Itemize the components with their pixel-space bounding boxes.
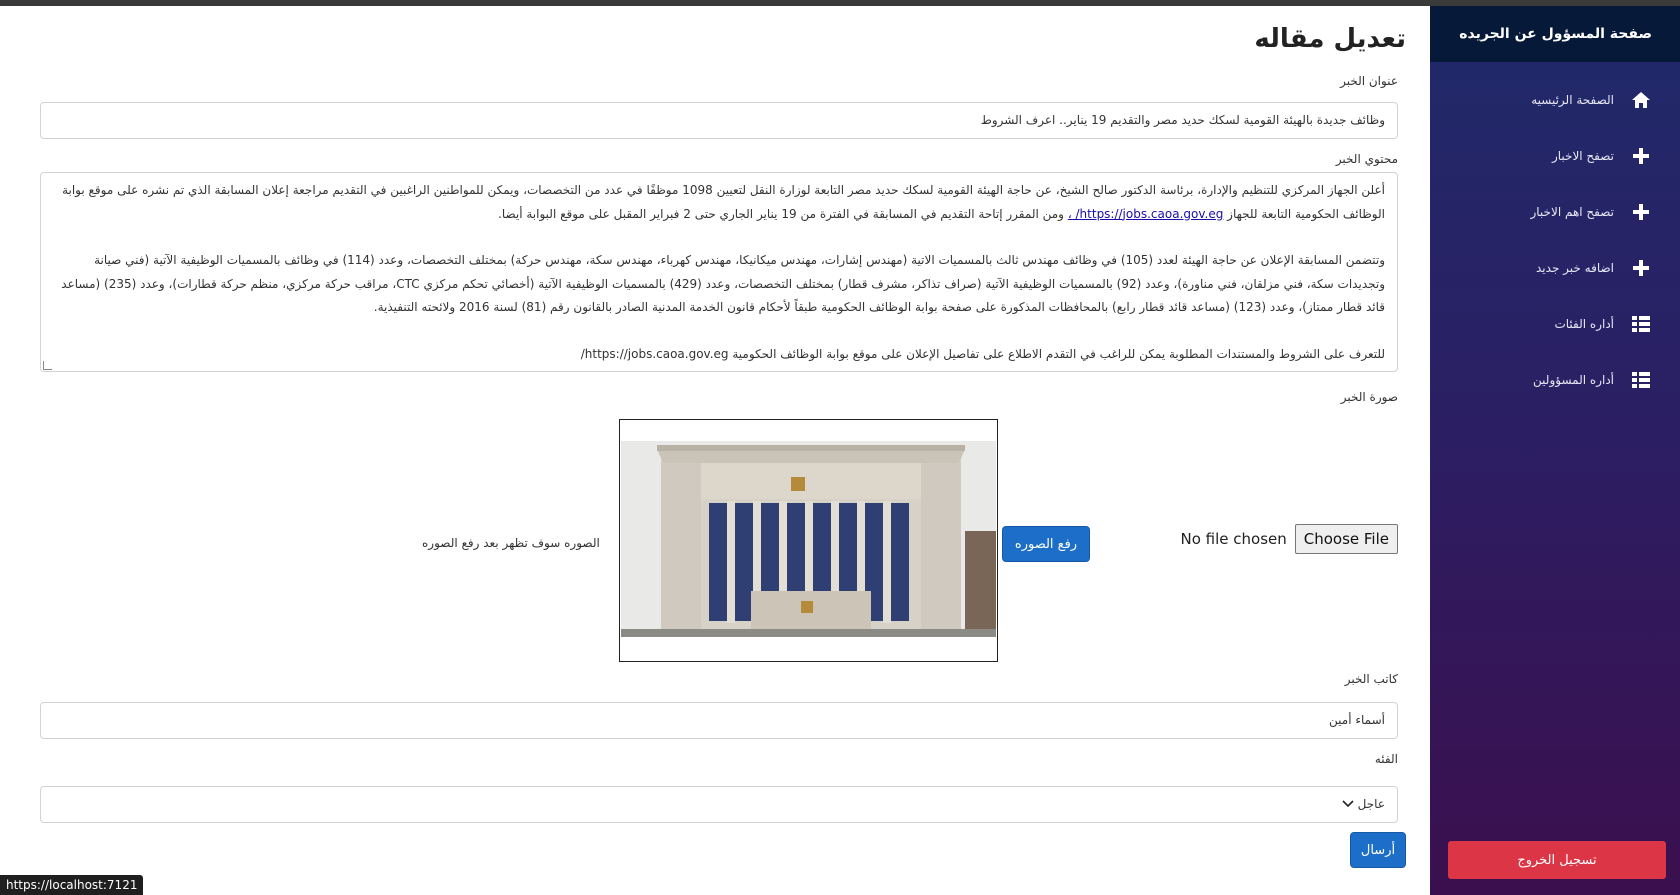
sidebar-item-label: أداره المسؤولين bbox=[1533, 373, 1614, 387]
list-icon bbox=[1630, 313, 1652, 335]
upload-image-button[interactable]: رفع الصوره bbox=[1002, 526, 1090, 562]
sidebar-item-add-news[interactable]: اضافه خبر جديد bbox=[1430, 240, 1680, 296]
sidebar-header: صفحة المسؤول عن الجريده bbox=[1430, 6, 1680, 62]
sidebar-item-label: اضافه خبر جديد bbox=[1536, 261, 1614, 275]
content-paragraph-3: للتعرف على الشروط والمستندات المطلوبة يم… bbox=[580, 346, 1385, 361]
chevron-down-icon bbox=[1342, 787, 1354, 822]
content-paragraph-1: أعلن الجهاز المركزي للتنظيم والإدارة، بر… bbox=[62, 183, 1385, 221]
page-title: تعديل مقاله bbox=[1254, 24, 1406, 54]
sidebar-item-label: أداره الفئات bbox=[1554, 317, 1614, 331]
logout-button[interactable]: تسجيل الخروج bbox=[1448, 841, 1666, 879]
sidebar-item-home[interactable]: الصفحة الرئيسيه bbox=[1430, 72, 1680, 128]
content-link[interactable]: https://jobs.caoa.gov.eg/ ، bbox=[1068, 207, 1224, 221]
plus-icon bbox=[1630, 257, 1652, 279]
content-textarea[interactable]: أعلن الجهاز المركزي للتنظيم والإدارة، بر… bbox=[40, 172, 1398, 372]
sidebar-item-categories[interactable]: أداره الفئات bbox=[1430, 296, 1680, 352]
sidebar-nav: الصفحة الرئيسيه تصفح الاخبار تصفح اهم ال… bbox=[1430, 72, 1680, 408]
list-icon bbox=[1630, 369, 1652, 391]
home-icon bbox=[1630, 89, 1652, 111]
sidebar-item-admins[interactable]: أداره المسؤولين bbox=[1430, 352, 1680, 408]
sidebar-item-top-news[interactable]: تصفح اهم الاخبار bbox=[1430, 184, 1680, 240]
category-selected: عاجل bbox=[1357, 797, 1385, 811]
title-input[interactable]: وظائف جديدة بالهيئة القومية لسكك حديد مص… bbox=[40, 102, 1398, 139]
main-content: تعديل مقاله عنوان الخبر وظائف جديدة باله… bbox=[0, 6, 1430, 895]
author-label: كاتب الخبر bbox=[1344, 672, 1398, 686]
status-url: https://localhost:7121 bbox=[0, 875, 144, 895]
sidebar-item-browse-news[interactable]: تصفح الاخبار bbox=[1430, 128, 1680, 184]
author-input[interactable]: أسماء أمين bbox=[40, 702, 1398, 739]
content-paragraph-2: وتتضمن المسابقة الإعلان عن حاجة الهيئة ل… bbox=[61, 253, 1385, 314]
content-label: محتوي الخبر bbox=[1335, 152, 1398, 166]
sidebar: صفحة المسؤول عن الجريده الصفحة الرئيسيه … bbox=[1430, 6, 1680, 895]
news-image bbox=[621, 441, 996, 637]
image-label: صورة الخبر bbox=[1340, 390, 1398, 404]
image-hint: الصوره سوف تظهر بعد رفع الصوره bbox=[422, 536, 600, 550]
file-status: No file chosen bbox=[1180, 530, 1287, 548]
plus-icon bbox=[1630, 201, 1652, 223]
submit-button[interactable]: أرسال bbox=[1350, 832, 1406, 868]
title-label: عنوان الخبر bbox=[1340, 74, 1398, 88]
sidebar-item-label: الصفحة الرئيسيه bbox=[1531, 93, 1614, 107]
plus-icon bbox=[1630, 145, 1652, 167]
file-input[interactable]: No file chosen Choose File bbox=[1180, 524, 1398, 554]
category-label: الفئه bbox=[1374, 752, 1398, 766]
category-select[interactable]: عاجل bbox=[40, 786, 1398, 823]
choose-file-button[interactable]: Choose File bbox=[1294, 524, 1398, 554]
sidebar-title: صفحة المسؤول عن الجريده bbox=[1459, 26, 1652, 42]
resize-handle-icon[interactable] bbox=[43, 361, 52, 370]
sidebar-item-label: تصفح اهم الاخبار bbox=[1530, 205, 1614, 219]
news-image-frame bbox=[619, 419, 998, 662]
sidebar-item-label: تصفح الاخبار bbox=[1551, 149, 1614, 163]
